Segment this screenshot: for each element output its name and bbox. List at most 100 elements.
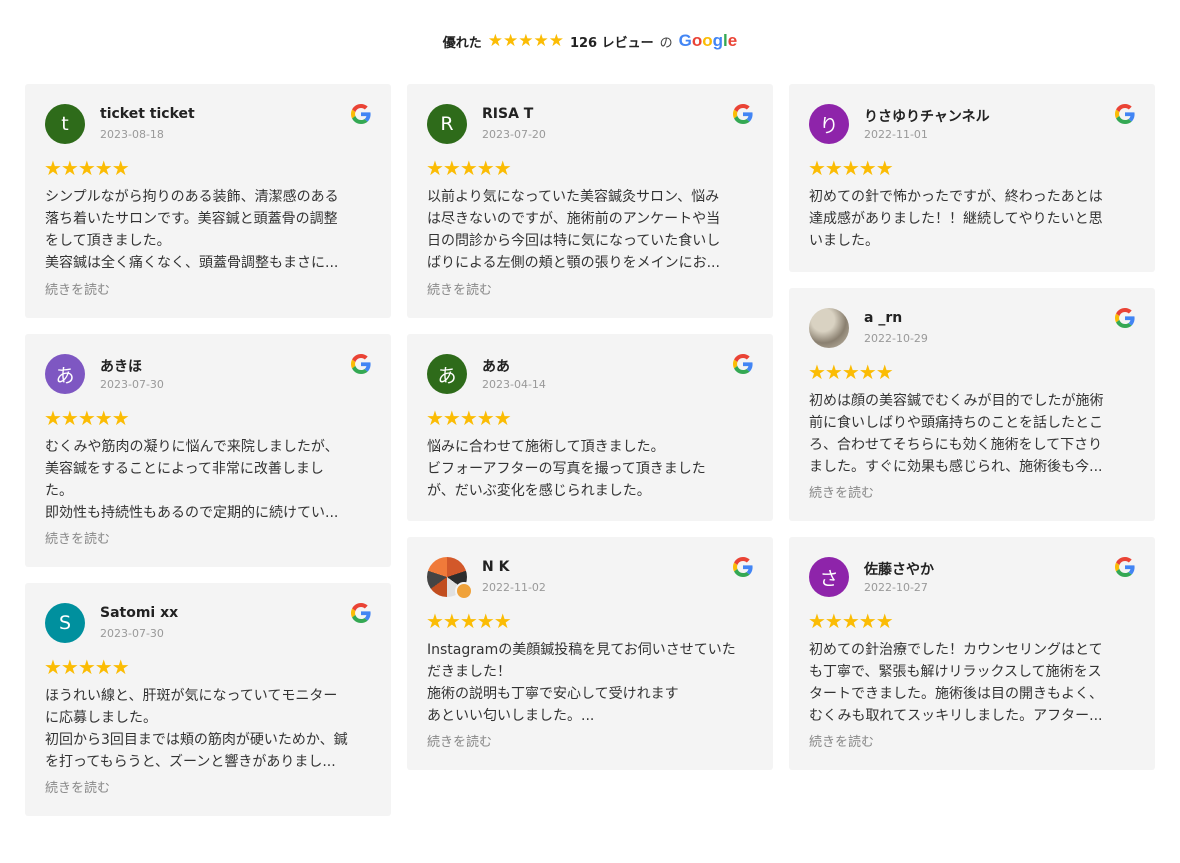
reviewer-name: Satomi xx [100,605,179,621]
review-text: むくみや筋肉の凝りに悩んで来院しましたが、 美容鍼をすることによって非常に改善し… [45,436,371,524]
review-text: 悩みに合わせて施術して頂きました。 ビフォーアフターの写真を撮って頂きました が… [427,436,753,502]
review-line: ました。すぐに効果も感じられ、施術後も今... [809,459,1103,475]
review-line: に応募しました。 [45,710,157,726]
rating-summary: 優れた ★★★★★ 126 レビュー の Google [0,30,1180,52]
read-more-link[interactable]: 続きを読む [427,731,492,750]
read-more-link[interactable]: 続きを読む [427,279,492,298]
review-line: あといい匂いしました。... [427,708,595,724]
reviewer-name: RISA T [482,106,534,122]
rating-stars: ★★★★★ [808,609,894,633]
read-more-link[interactable]: 続きを読む [45,279,110,298]
review-line: タートできました。施術後は目の開きもよく、 [809,686,1103,702]
review-card: t ticket ticket 2023-08-18 ★★★★★ シンプルながら… [25,84,391,318]
reviewer-name: N K [482,559,510,575]
review-card: a _rn 2022-10-29 ★★★★★ 初めは顔の美容鍼でむくみが目的でし… [789,288,1155,521]
reviewer-name: 佐藤さやか [864,562,934,578]
review-text: 初めての針で怖かったですが、終わったあとは 達成感がありました！！継続してやりた… [809,186,1135,252]
of-label: の [659,35,673,51]
avatar [809,308,849,348]
review-card: S Satomi xx 2023-07-30 ★★★★★ ほうれい線と、肝斑が気… [25,583,391,816]
review-line: むくみも取れてスッキリしました。アフター... [809,708,1103,724]
rating-stars: ★★★★★ [808,360,894,384]
read-more-link[interactable]: 続きを読む [45,777,110,796]
avatar: t [45,104,85,144]
review-line: を打ってもらうと、ズーンと響きがありまし... [45,754,336,770]
review-line: 前に食いしばりや頭痛持ちのことを話したとこ [809,415,1103,431]
avatar: あ [45,354,85,394]
review-line: 悩みに合わせて施術して頂きました。 [427,439,665,455]
google-icon [1115,308,1135,328]
rating-stars: ★★★★★ [44,156,130,180]
rating-stars: ★★★★★ [44,655,130,679]
google-icon [1115,104,1135,124]
review-count: 126 レビュー [569,35,654,51]
rating-stars-icon: ★★★★★ [487,31,564,51]
review-line: ほうれい線と、肝斑が気になっていてモニター [45,688,338,704]
review-text: 以前より気になっていた美容鍼灸サロン、悩み は尽きないのですが、施術前のアンケー… [427,186,753,274]
review-card: さ 佐藤さやか 2022-10-27 ★★★★★ 初めての針治療でした！カウンセ… [789,537,1155,770]
review-card: N K 2022-11-02 ★★★★★ Instagramの美顔鍼投稿を見てお… [407,537,773,770]
google-icon [1115,557,1135,577]
read-more-link[interactable]: 続きを読む [809,731,874,750]
review-date: 2022-10-29 [864,332,928,345]
reviewer-name: あきほ [100,359,142,375]
google-icon [733,104,753,124]
review-line: 以前より気になっていた美容鍼灸サロン、悩み [427,189,720,205]
google-logo[interactable]: Google [679,31,738,51]
reviewer-name: ああ [482,359,510,375]
review-date: 2023-07-20 [482,128,546,141]
review-line: 即効性も持続性もあるので定期的に続けてい... [45,505,339,521]
avatar: あ [427,354,467,394]
review-line: が、だいぶ変化を感じられました。 [427,483,651,499]
review-line: 初めての針で怖かったですが、終わったあとは [809,189,1103,205]
google-letter: G [678,31,692,50]
review-date: 2023-04-14 [482,378,546,391]
review-date: 2022-10-27 [864,581,928,594]
review-line: 落ち着いたサロンです。美容鍼と頭蓋骨の調整 [45,211,338,227]
review-line: 日の問診から今回は特に気になっていた食いし [427,233,721,249]
review-line: シンプルながら拘りのある装飾、清潔感のある [45,189,339,205]
review-text: Instagramの美顔鍼投稿を見てお伺いさせていた だきました！ 施術の説明も… [427,639,753,727]
review-line: ばりによる左側の頬と顎の張りをメインにお... [427,255,720,271]
review-card: り りさゆりチャンネル 2022-11-01 ★★★★★ 初めての針で怖かったで… [789,84,1155,272]
review-date: 2023-08-18 [100,128,164,141]
read-more-link[interactable]: 続きを読む [809,482,874,501]
review-line: 達成感がありました！！継続してやりたいと思 [809,211,1103,227]
review-line: むくみや筋肉の凝りに悩んで来院しましたが、 [45,439,339,455]
review-line: 初回から3回目までは頬の筋肉が硬いためか、鍼 [45,732,348,748]
review-line: 美容鍼は全く痛くなく、頭蓋骨調整もまさに... [45,255,339,271]
review-date: 2022-11-02 [482,581,546,594]
rating-stars: ★★★★★ [426,156,512,180]
review-line: ろ、合わせてそちらにも効く施術をして下さり [809,437,1103,453]
google-letter: o [702,31,713,50]
rating-stars: ★★★★★ [44,406,130,430]
review-line: は尽きないのですが、施術前のアンケートや当 [427,211,721,227]
google-icon [351,354,371,374]
review-line: いました。 [809,233,879,249]
rating-label: 優れた [442,35,482,51]
review-card: あ ああ 2023-04-14 ★★★★★ 悩みに合わせて施術して頂きました。 … [407,334,773,521]
review-line: た。 [45,483,73,499]
review-text: 初めての針治療でした！カウンセリングはとて も丁寧で、緊張も解けリラックスして施… [809,639,1135,727]
review-date: 2023-07-30 [100,627,164,640]
google-letter: e [727,31,738,50]
reviewer-name: りさゆりチャンネル [864,109,990,125]
review-line: も丁寧で、緊張も解けリラックスして施術をス [809,664,1102,680]
review-card: あ あきほ 2023-07-30 ★★★★★ むくみや筋肉の凝りに悩んで来院しま… [25,334,391,567]
review-card: R RISA T 2023-07-20 ★★★★★ 以前より気になっていた美容鍼… [407,84,773,318]
rating-stars: ★★★★★ [426,609,512,633]
local-guide-badge-icon [455,582,473,600]
rating-stars: ★★★★★ [808,156,894,180]
google-letter: g [712,31,724,50]
google-icon [351,104,371,124]
review-line: 初めての針治療でした！カウンセリングはとて [809,642,1103,658]
avatar: S [45,603,85,643]
review-line: 初めは顔の美容鍼でむくみが目的でしたが施術 [809,393,1104,409]
google-icon [733,557,753,577]
review-text: シンプルながら拘りのある装飾、清潔感のある 落ち着いたサロンです。美容鍼と頭蓋骨… [45,186,371,274]
review-line: をして頂きました。 [45,233,171,249]
avatar: さ [809,557,849,597]
review-line: Instagramの美顔鍼投稿を見てお伺いさせていた [427,642,736,658]
read-more-link[interactable]: 続きを読む [45,528,110,547]
google-letter: o [691,31,703,50]
